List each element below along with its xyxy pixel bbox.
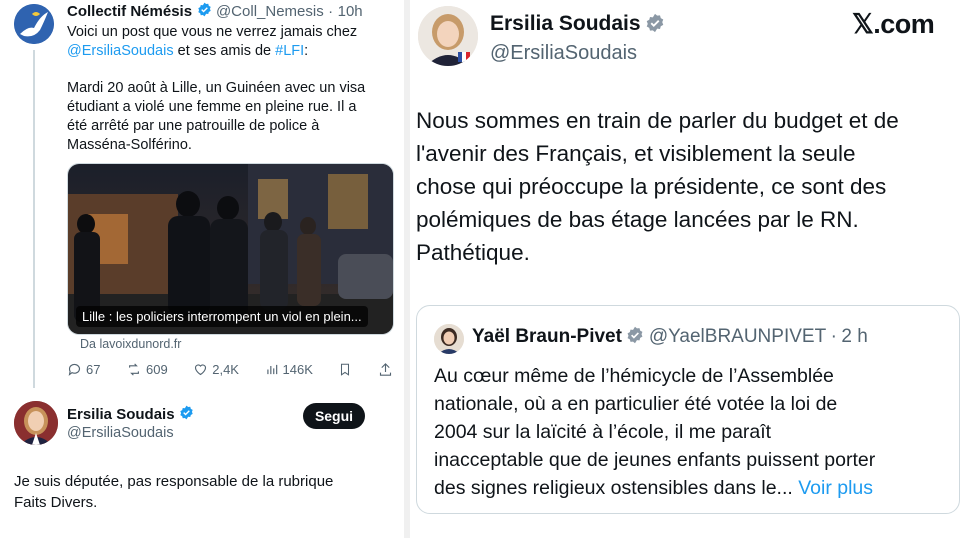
reply-icon	[68, 363, 81, 376]
quote-text-line: Au cœur même de l’hémicycle de l’Assembl…	[434, 365, 834, 387]
x-com-logo: 𝕏.com	[852, 9, 935, 39]
tweet1-time[interactable]: 10h	[338, 3, 363, 20]
tweet1-header: Collectif Némésis @Coll_Nemesis · 10h	[67, 2, 363, 22]
portrait-photo	[14, 401, 58, 445]
nemesis-avatar[interactable]	[14, 4, 54, 44]
tweet1-para-line: Mardi 20 août à Lille, un Guinéen avec u…	[67, 80, 366, 96]
quote-text: Au cœur même de l’hémicycle de l’Assembl…	[434, 362, 954, 502]
quote-header: Yaël Braun-Pivet @YaelBRAUNPIVET · 2 h	[472, 326, 868, 349]
like-action[interactable]: 2,4K	[193, 362, 239, 377]
right-text-line: Nous sommes en train de parler du budget…	[416, 108, 899, 133]
tweet2-line: Faits Divers.	[14, 494, 98, 511]
views-count: 146K	[282, 362, 313, 377]
ersilia-avatar-large[interactable]	[418, 6, 478, 66]
verified-badge-icon	[179, 405, 194, 425]
tweet1-media-card[interactable]: Lille : les policiers interrompent un vi…	[67, 163, 394, 335]
tweet2-text: Je suis députée, pas responsable de la r…	[14, 471, 394, 513]
link-source[interactable]: Da lavoixdunord.fr	[80, 337, 181, 351]
quote-text-line: 2004 sur la laïcité à l’école, il me par…	[434, 421, 772, 443]
right-text-line: l'avenir des Français, et visiblement la…	[416, 141, 856, 166]
tweet1-line2: @ErsiliaSoudais et ses amis de #LFI:	[67, 42, 397, 61]
right-author-header: Ersilia Soudais @ErsiliaSoudais	[490, 12, 665, 65]
like-count: 2,4K	[212, 362, 239, 377]
quote-text-last-line: des signes religieux ostensibles dans le…	[434, 474, 954, 502]
tweet1-text: Voici un post que vous ne verrez jamais …	[67, 23, 397, 61]
tweet1-para-line: étudiant a violé une femme en pleine rue…	[67, 99, 357, 115]
views-chart-icon	[266, 364, 277, 375]
tweet2-header: Ersilia Soudais @ErsiliaSoudais	[67, 405, 194, 441]
quote-text-line: nationale, où a en particulier été votée…	[434, 393, 838, 415]
share-icon	[379, 363, 392, 376]
repost-action[interactable]: 609	[126, 362, 168, 377]
heart-icon	[195, 364, 207, 376]
left-tweet-thread: Collectif Némésis @Coll_Nemesis · 10h Vo…	[0, 0, 404, 538]
quote-time[interactable]: 2 h	[841, 326, 867, 347]
reply-count: 67	[86, 362, 101, 377]
bookmark-action[interactable]	[338, 362, 352, 377]
tweet1-para-line: Masséna-Solférino.	[67, 137, 192, 153]
tweet2-line: Je suis députée, pas responsable de la r…	[14, 473, 334, 490]
portrait-photo	[434, 324, 464, 354]
tweet2-author-handle[interactable]: @ErsiliaSoudais	[67, 425, 194, 441]
tweet1-line2-end: :	[304, 43, 309, 59]
tweet1-line2-mid: et ses amis de	[173, 43, 276, 59]
right-author-handle[interactable]: @ErsiliaSoudais	[490, 42, 665, 65]
share-action[interactable]	[378, 362, 393, 377]
yael-avatar[interactable]	[434, 324, 464, 354]
time-separator: ·	[328, 3, 334, 21]
hashtag-link[interactable]: #LFI	[275, 43, 304, 59]
portrait-photo	[418, 6, 478, 66]
quote-text-truncated: des signes religieux ostensibles dans le…	[434, 477, 793, 499]
ersilia-avatar-small[interactable]	[14, 401, 58, 445]
verified-badge-icon	[645, 13, 665, 38]
time-separator: ·	[830, 326, 837, 347]
quote-author-handle[interactable]: @YaelBRAUNPIVET	[649, 326, 826, 347]
bookmark-icon	[341, 363, 350, 376]
repost-count: 609	[146, 362, 168, 377]
see-more-link[interactable]: Voir plus	[798, 477, 873, 499]
right-text-line: polémiques de bas étage lancées par le R…	[416, 207, 859, 232]
views-action[interactable]: 146K	[265, 362, 313, 377]
tweet1-line1: Voici un post que vous ne verrez jamais …	[67, 24, 358, 40]
thread-connector-line	[33, 50, 35, 388]
tweet1-actions: 67 609 2,4K 146K	[67, 362, 393, 377]
quote-text-line: inacceptable que de jeunes enfants puiss…	[434, 449, 876, 471]
reply-action[interactable]: 67	[67, 362, 100, 377]
right-text-line: Pathétique.	[416, 240, 530, 265]
verified-badge-icon	[626, 326, 644, 349]
right-tweet-text: Nous sommes en train de parler du budget…	[416, 104, 956, 269]
dove-logo-icon	[14, 4, 54, 44]
tweet1-author-name[interactable]: Collectif Némésis	[67, 3, 192, 20]
tweet1-author-handle[interactable]: @Coll_Nemesis	[216, 3, 324, 20]
tweet1-para-line: été arrêté par une patrouille de police …	[67, 118, 320, 134]
right-text-line: chose qui préoccupe la présidente, ce so…	[416, 174, 887, 199]
repost-icon	[129, 363, 139, 376]
media-caption: Lille : les policiers interrompent un vi…	[76, 306, 368, 327]
verified-badge-icon	[197, 2, 212, 22]
right-author-name[interactable]: Ersilia Soudais	[490, 12, 641, 35]
follow-button[interactable]: Segui	[303, 403, 365, 429]
tweet1-paragraph: Mardi 20 août à Lille, un Guinéen avec u…	[67, 79, 397, 155]
quote-author-name[interactable]: Yaël Braun-Pivet	[472, 326, 622, 347]
mention-link[interactable]: @ErsiliaSoudais	[67, 43, 174, 59]
tweet2-author-name[interactable]: Ersilia Soudais	[67, 406, 175, 423]
